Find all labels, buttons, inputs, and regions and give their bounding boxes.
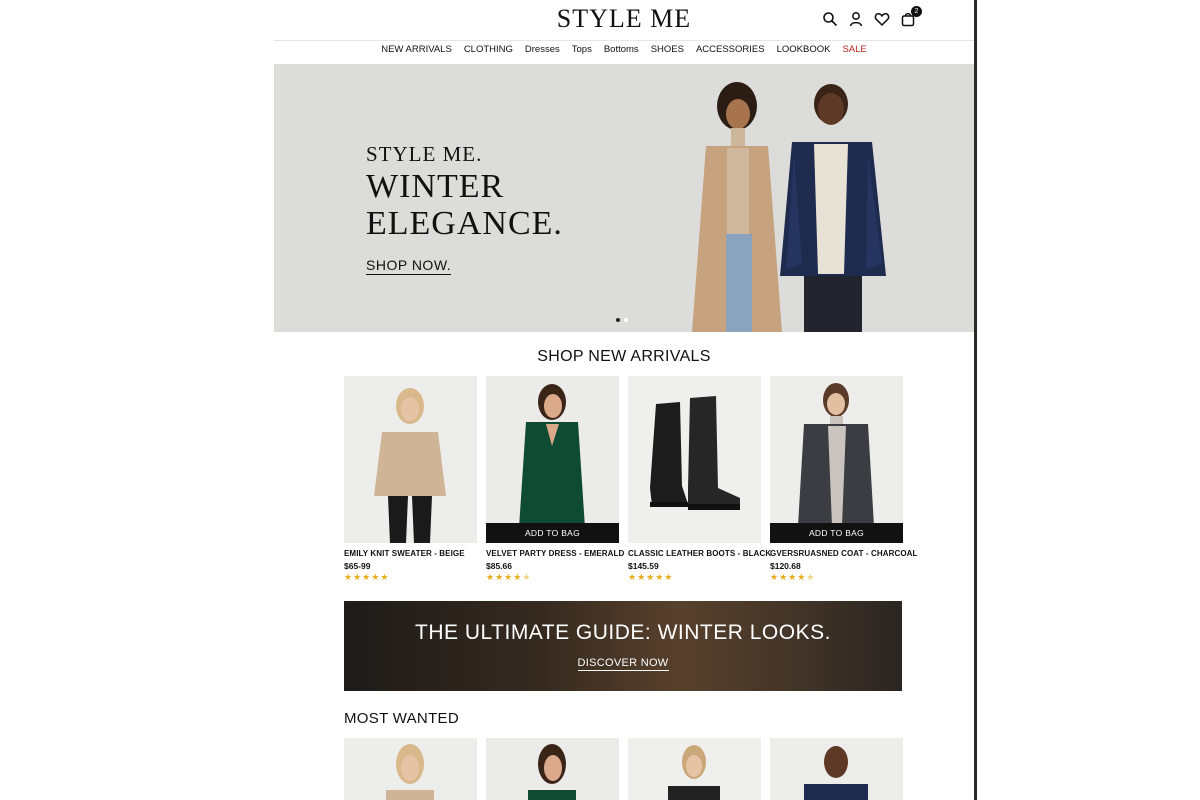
product-card[interactable] [344, 738, 477, 800]
star-icon: ★ [344, 572, 353, 582]
bag-icon[interactable]: 2 [900, 6, 922, 27]
product-price: $145.59 [628, 561, 659, 571]
storefront-page: STYLE ME 2 NEW ARRIVALS CLOTHING Dresses… [274, 0, 974, 800]
most-wanted-grid [344, 738, 903, 800]
star-icon: ★ [486, 572, 495, 582]
hero-models-image [692, 82, 886, 332]
add-to-bag-button[interactable]: ADD TO BAG [770, 523, 903, 543]
product-image[interactable]: ADD TO BAG [486, 376, 619, 543]
star-icon: ★ [637, 572, 646, 582]
nav-item-sale[interactable]: SALE [842, 44, 866, 60]
new-arrivals-title: SHOP NEW ARRIVALS [537, 348, 711, 365]
product-price: $65-99 [344, 561, 371, 571]
nav-item-shoes[interactable]: SHOES [651, 44, 684, 60]
search-icon[interactable] [822, 11, 838, 27]
star-icon: ★ [655, 572, 664, 582]
star-icon: ★ [646, 572, 655, 582]
site-header: STYLE ME 2 [274, 0, 974, 41]
product-card[interactable] [628, 738, 761, 800]
guide-cta-wrap: DISCOVER NOW [344, 653, 902, 671]
header-icons: 2 [822, 6, 922, 27]
nav-item-lookbook[interactable]: LOOKBOOK [777, 44, 831, 60]
nav-item-accessories[interactable]: ACCESSORIES [696, 44, 765, 60]
window-edge [974, 0, 977, 800]
star-icon: ★ [628, 572, 637, 582]
hero-title-line1: WINTER [366, 168, 505, 205]
carousel-dot-2[interactable] [624, 318, 628, 322]
nav-item-clothing[interactable]: CLOTHING [464, 44, 513, 60]
hero-text: STYLE ME. WINTER ELEGANCE. SHOP NOW. [366, 142, 563, 275]
hero-banner: STYLE ME. WINTER ELEGANCE. SHOP NOW. [274, 64, 974, 332]
half-star-icon: ★ [522, 572, 531, 582]
add-to-bag-button[interactable]: ADD TO BAG [486, 523, 619, 543]
star-icon: ★ [353, 572, 362, 582]
account-icon[interactable] [848, 11, 864, 27]
winter-guide-banner[interactable]: THE ULTIMATE GUIDE: WINTER LOOKS. DISCOV… [344, 601, 902, 691]
guide-title: THE ULTIMATE GUIDE: WINTER LOOKS. [415, 621, 831, 644]
product-image[interactable]: ADD TO BAG [770, 376, 903, 543]
star-icon: ★ [797, 572, 806, 582]
star-icon: ★ [380, 572, 389, 582]
product-name[interactable]: CLASSIC LEATHER BOOTS - BLACK [628, 549, 771, 558]
product-price: $120.68 [770, 561, 801, 571]
product-image[interactable] [344, 738, 477, 800]
banner-overlay [344, 601, 902, 691]
discover-now-link[interactable]: DISCOVER NOW [577, 657, 669, 671]
hero-carousel-dots [616, 318, 628, 322]
product-card[interactable] [486, 738, 619, 800]
product-image[interactable] [628, 376, 761, 543]
star-icon: ★ [362, 572, 371, 582]
hero-shop-now-link[interactable]: SHOP NOW. [366, 257, 452, 275]
carousel-dot-1[interactable] [616, 318, 620, 322]
product-card[interactable] [770, 738, 903, 800]
rating-stars: ★ ★ ★ ★ ★ [344, 573, 477, 582]
product-name[interactable]: VELVET PARTY DRESS - EMERALD [486, 549, 624, 558]
star-icon: ★ [788, 572, 797, 582]
product-image[interactable] [628, 738, 761, 800]
rating-stars: ★ ★ ★ ★ ★ [486, 573, 619, 582]
nav-item-bottoms[interactable]: Bottoms [604, 44, 639, 60]
star-icon: ★ [664, 572, 673, 582]
nav-item-new-arrivals[interactable]: NEW ARRIVALS [381, 44, 452, 60]
product-image[interactable] [344, 376, 477, 543]
hero-title-line2: ELEGANCE. [366, 205, 563, 242]
star-icon: ★ [504, 572, 513, 582]
star-icon: ★ [495, 572, 504, 582]
most-wanted-title: MOST WANTED [344, 710, 459, 727]
new-arrivals-grid: EMILY KNIT SWEATER - BEIGE $65-99 ★ ★ ★ ★ ★ … [344, 376, 917, 582]
nav-item-dresses[interactable]: Dresses [525, 44, 560, 60]
product-card[interactable]: EMILY KNIT SWEATER - BEIGE $65-99 ★ ★ ★ ★ ★ [344, 376, 477, 582]
rating-stars: ★ ★ ★ ★ ★ [770, 573, 903, 582]
nav-item-tops[interactable]: Tops [572, 44, 592, 60]
product-name[interactable]: EMILY KNIT SWEATER - BEIGE [344, 549, 477, 558]
star-icon: ★ [371, 572, 380, 582]
product-name[interactable]: GVERSRUASNED COAT - CHARCOAL [770, 549, 917, 558]
star-icon: ★ [513, 572, 522, 582]
product-price: $85.66 [486, 561, 512, 571]
product-card[interactable]: ADD TO BAG GVERSRUASNED COAT - CHARCOAL … [770, 376, 917, 582]
bag-count-badge: 2 [911, 6, 922, 17]
product-image[interactable] [770, 738, 903, 800]
product-card[interactable]: CLASSIC LEATHER BOOTS - BLACK $145.59 ★ ★… [628, 376, 771, 582]
hero-subtitle: STYLE ME. [366, 142, 483, 166]
wishlist-icon[interactable] [874, 11, 890, 27]
half-star-icon: ★ [806, 572, 815, 582]
product-card[interactable]: ADD TO BAG VELVET PARTY DRESS - EMERALD … [486, 376, 624, 582]
product-image[interactable] [486, 738, 619, 800]
main-nav: NEW ARRIVALS CLOTHING Dresses Tops Botto… [274, 44, 974, 60]
star-icon: ★ [779, 572, 788, 582]
rating-stars: ★ ★ ★ ★ ★ [628, 573, 761, 582]
star-icon: ★ [770, 572, 779, 582]
